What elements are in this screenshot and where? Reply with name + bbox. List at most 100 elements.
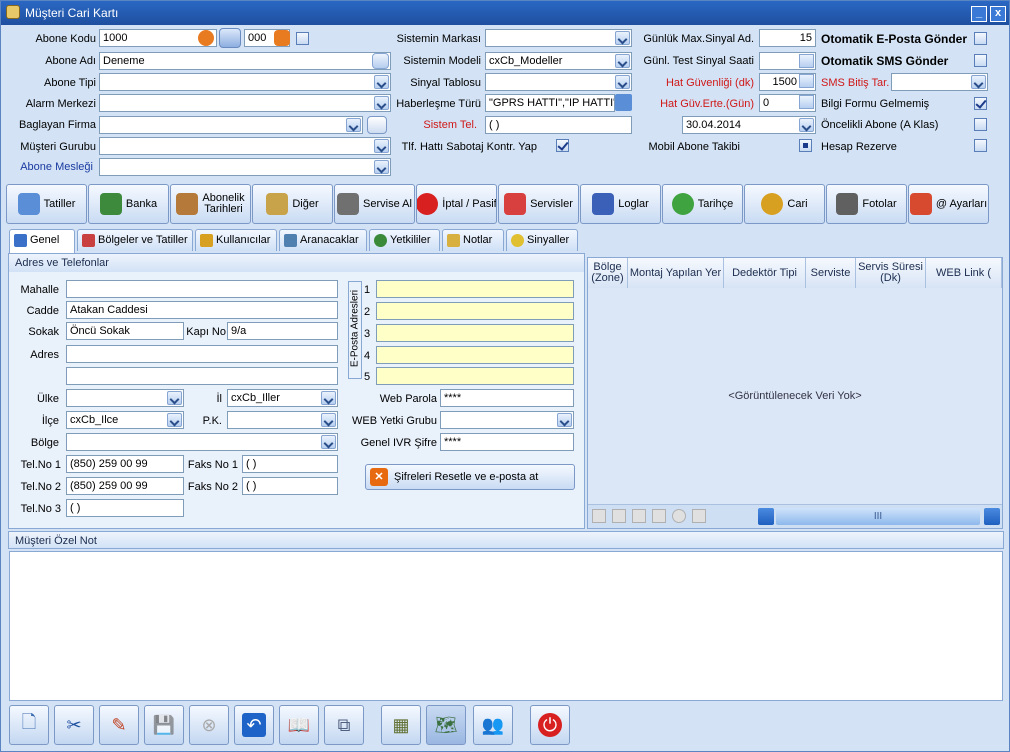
grid-new-icon[interactable] [592,509,606,523]
chevron-down-icon[interactable] [374,139,389,153]
ulke-select[interactable] [66,389,184,407]
servise-al-button[interactable]: Servise Al [334,184,415,224]
eposta-3-input[interactable] [376,324,574,342]
gunl-test-input[interactable] [759,52,816,70]
tab-yetkililer[interactable]: Yetkililer [369,229,440,251]
sistemin-markasi-select[interactable] [485,29,632,47]
users-button[interactable]: 👥 [473,705,513,745]
cari-button[interactable]: Cari [744,184,825,224]
diger-button[interactable]: Diğer [252,184,333,224]
list-icon[interactable] [367,116,387,134]
grid-edit-icon[interactable] [632,509,646,523]
chevron-down-icon[interactable] [374,96,389,110]
chevron-down-icon[interactable] [167,413,182,427]
oto-eposta-checkbox[interactable] [974,32,987,45]
chevron-down-icon[interactable] [374,160,389,174]
tel2-input[interactable]: (850) 259 00 99 [66,477,184,495]
eposta-2-input[interactable] [376,302,574,320]
chevron-down-icon[interactable] [615,54,630,68]
abone-kodu-checkbox[interactable] [296,32,309,45]
web-parola-input[interactable]: **** [440,389,574,407]
tel3-input[interactable]: ( ) [66,499,184,517]
oncelikli-checkbox[interactable] [974,118,987,131]
alarm-merkezi-select[interactable] [99,94,391,112]
servisler-button[interactable]: Servisler [498,184,579,224]
refresh-suffix-icon[interactable] [274,30,290,46]
tab-bolgeler[interactable]: Bölgeler ve Tatiller [77,229,193,251]
banka-button[interactable]: Banka [88,184,169,224]
pk-select[interactable] [227,411,338,429]
chevron-down-icon[interactable] [557,413,572,427]
search-icon[interactable] [372,53,389,69]
tab-aranacaklar[interactable]: Aranacaklar [279,229,367,251]
faks1-input[interactable]: ( ) [242,455,338,473]
bolge-select[interactable] [66,433,338,451]
tel1-input[interactable]: (850) 259 00 99 [66,455,184,473]
gunluk-max-input[interactable]: 15 [759,29,816,47]
customer-note-textarea[interactable] [9,551,1003,701]
multi-select-icon[interactable] [615,94,632,111]
date-picker[interactable]: 30.04.2014 [682,116,816,134]
abone-adi-input[interactable]: Deneme [99,52,391,70]
edit-button[interactable]: ✎ [99,705,139,745]
printer-icon[interactable] [219,28,241,48]
kapi-no-input[interactable]: 9/a [227,322,338,340]
device-button[interactable]: ▦ [381,705,421,745]
grid-save-icon[interactable] [652,509,666,523]
save-button[interactable]: 💾 [144,705,184,745]
cut-button[interactable]: ✂ [54,705,94,745]
grid-cancel-icon[interactable] [672,509,686,523]
abonelik-tarihleri-button[interactable]: Abonelik Tarihleri [170,184,251,224]
chevron-down-icon[interactable] [799,118,814,132]
sms-bitis-select[interactable] [891,73,988,91]
iptal-pasif-button[interactable]: İptal / Pasif [416,184,497,224]
minimize-button[interactable]: _ [971,6,987,22]
col-serviste[interactable]: Serviste [806,258,856,288]
oto-sms-checkbox[interactable] [974,54,987,67]
web-yetki-select[interactable] [440,411,574,429]
sokak-input[interactable]: Öncü Sokak [66,322,184,340]
copy-button[interactable]: ⧉ [324,705,364,745]
refresh-icon[interactable] [198,30,214,46]
loglar-button[interactable]: Loglar [580,184,661,224]
close-button[interactable]: x [990,6,1006,22]
sistem-tel-input[interactable]: ( ) [485,116,632,134]
map-button[interactable]: 🗺 [426,705,466,745]
chevron-down-icon[interactable] [615,75,630,89]
book-button[interactable]: 📖 [279,705,319,745]
adres-line2-input[interactable] [66,367,338,385]
ayarlari-button[interactable]: @ Ayarları [908,184,989,224]
mahalle-input[interactable] [66,280,338,298]
baglayan-firma-select[interactable] [99,116,363,134]
chevron-down-icon[interactable] [971,75,986,89]
ivr-input[interactable]: **** [440,433,574,451]
col-bolge[interactable]: Bölge (Zone) [588,258,628,288]
chevron-down-icon[interactable] [321,435,336,449]
adres-line1-input[interactable] [66,345,338,363]
faks2-input[interactable]: ( ) [242,477,338,495]
il-select[interactable]: cxCb_Iller [227,389,338,407]
eposta-4-input[interactable] [376,346,574,364]
ilce-select[interactable]: cxCb_Ilce [66,411,184,429]
col-dedektor[interactable]: Dedektör Tipi [724,258,806,288]
sinyal-tablosu-select[interactable] [485,73,632,91]
cancel-button[interactable]: ⊗ [189,705,229,745]
hesap-rezerve-checkbox[interactable] [974,139,987,152]
musteri-gurubu-select[interactable] [99,137,391,155]
tab-sinyaller[interactable]: Sinyaller [506,229,578,251]
sistemin-modeli-select[interactable]: cxCb_Modeller [485,52,632,70]
reset-passwords-button[interactable]: ✕ Şifreleri Resetle ve e-posta at [365,464,575,490]
chevron-down-icon[interactable] [167,391,182,405]
col-servis-suresi[interactable]: Servis Süresi (Dk) [856,258,926,288]
eposta-5-input[interactable] [376,367,574,385]
haberlesme-turu-input[interactable]: "GPRS HATTI","IP HATTI" [485,94,615,112]
abone-tipi-select[interactable] [99,73,391,91]
chevron-down-icon[interactable] [615,31,630,45]
scroll-right-button[interactable] [984,508,1000,525]
bilgi-formu-checkbox[interactable] [974,97,987,110]
chevron-down-icon[interactable] [321,413,336,427]
fotolar-button[interactable]: Fotolar [826,184,907,224]
chevron-down-icon[interactable] [321,391,336,405]
chevron-down-icon[interactable] [374,75,389,89]
chevron-down-icon[interactable] [346,118,361,132]
